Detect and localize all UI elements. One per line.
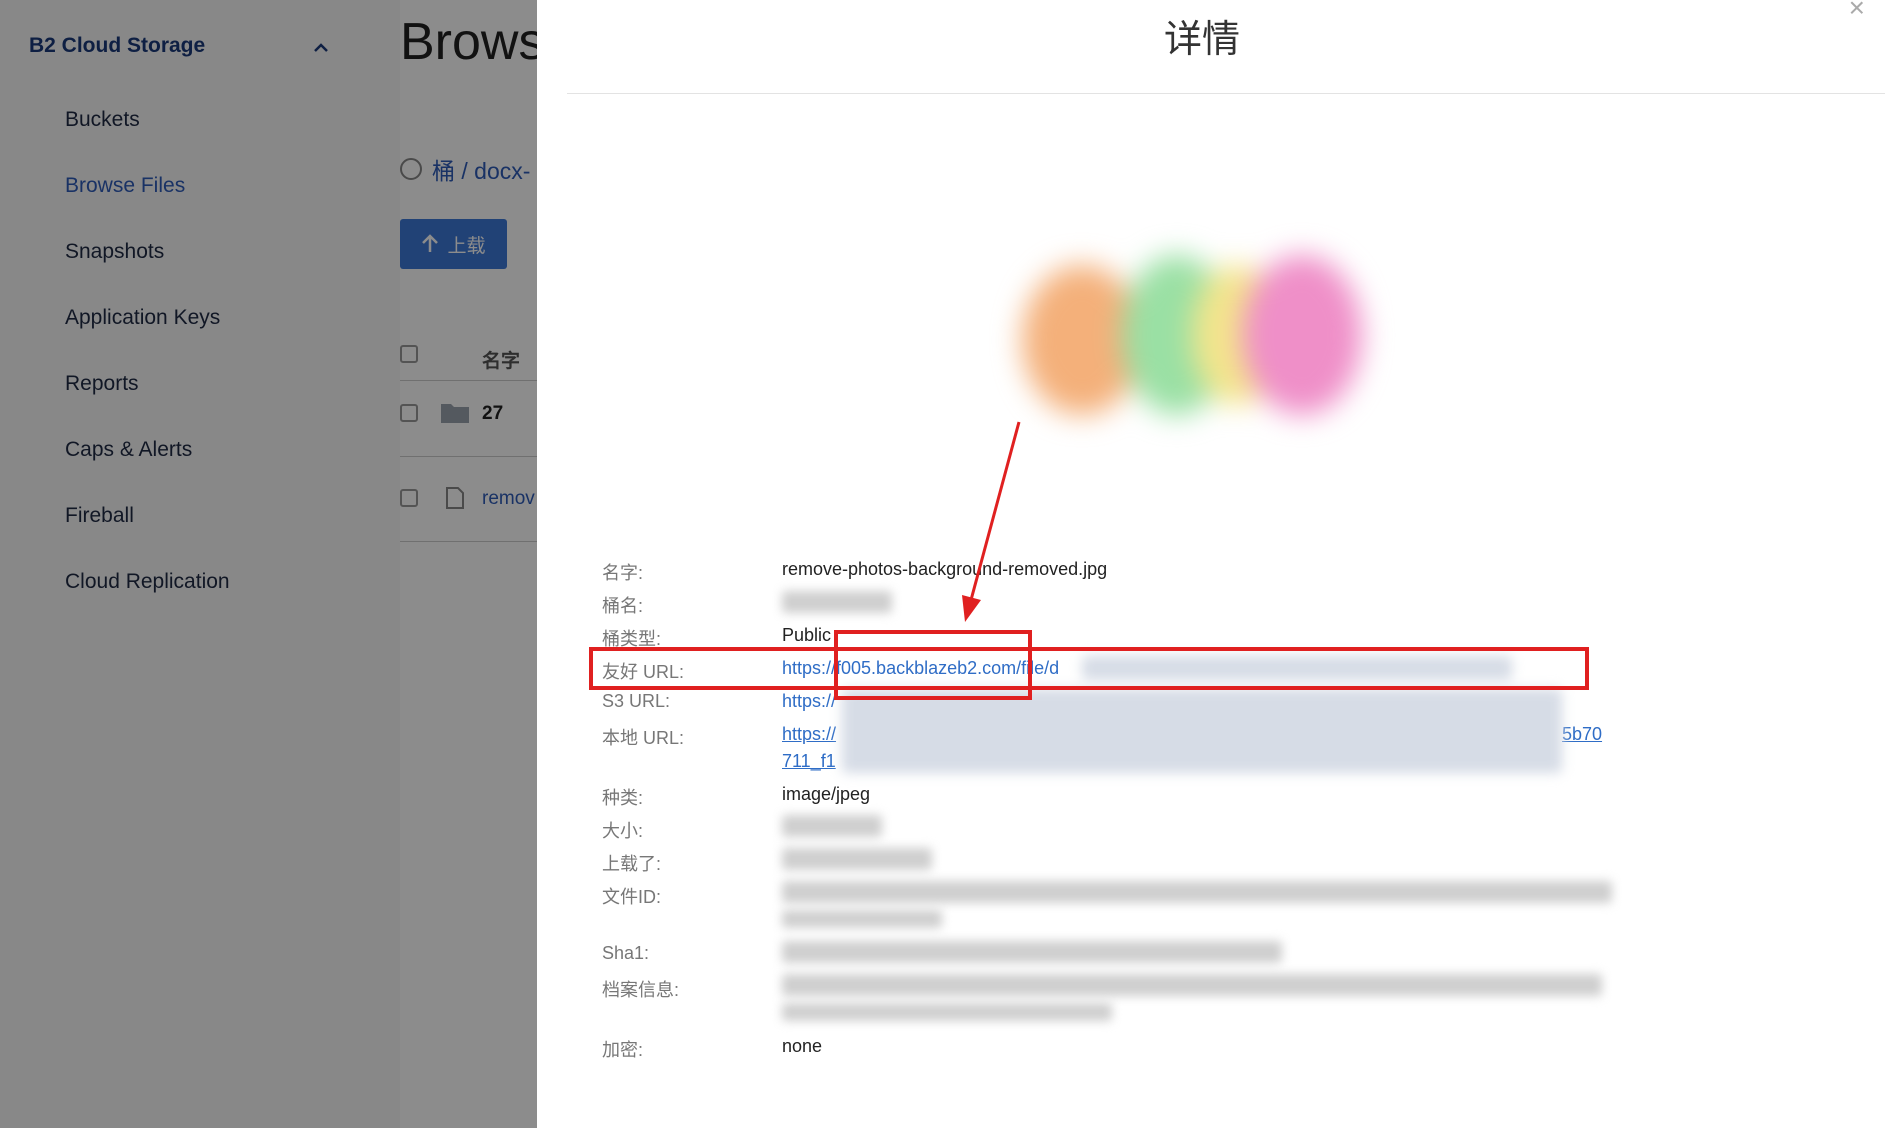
details-panel: 详情 × 名字: 桶名: 桶类型: 友好 URL: S3 URL: 本地 URL…: [537, 0, 1885, 1128]
annotation-arrow: [962, 421, 1021, 622]
